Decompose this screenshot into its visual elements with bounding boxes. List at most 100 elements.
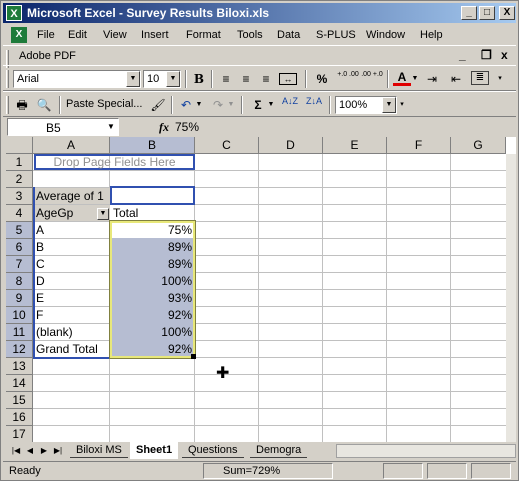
minimize-button[interactable]: _ xyxy=(461,6,477,20)
sheet-tab-questions[interactable]: Questions xyxy=(182,442,244,458)
pivot-row-label[interactable]: B xyxy=(34,239,109,255)
column-header-a[interactable]: A xyxy=(33,137,110,154)
chevron-down-icon[interactable]: ▼ xyxy=(195,97,203,113)
column-header-d[interactable]: D xyxy=(259,137,323,154)
pivot-data-field[interactable]: Average of 1 xyxy=(34,188,110,204)
zoom-combo[interactable]: 100% ▼ xyxy=(335,96,397,114)
column-header-c[interactable]: C xyxy=(195,137,259,154)
print-preview-icon[interactable]: 🔍 xyxy=(35,97,53,113)
indent-icon[interactable]: ⇥ xyxy=(423,71,441,87)
increase-decimal-icon[interactable]: +.0 .00 xyxy=(337,71,359,87)
menu-insert[interactable]: Insert xyxy=(141,29,169,41)
pivot-row-label[interactable]: C xyxy=(34,256,109,272)
doc-restore-button[interactable]: ❐ xyxy=(481,48,492,62)
row-header[interactable]: 15 xyxy=(6,392,33,409)
column-header-f[interactable]: F xyxy=(387,137,451,154)
chevron-down-icon[interactable]: ▼ xyxy=(166,71,180,87)
menu-data[interactable]: Data xyxy=(277,29,300,41)
chevron-down-icon[interactable]: ▼ xyxy=(382,97,396,113)
column-header-e[interactable]: E xyxy=(323,137,387,154)
menu-window[interactable]: Window xyxy=(366,29,405,41)
sheet-tab-demographics[interactable]: Demogra xyxy=(250,442,308,458)
menu-splus[interactable]: S-PLUS xyxy=(316,29,356,41)
insert-function-icon[interactable]: fx xyxy=(159,120,169,135)
row-header[interactable]: 3 xyxy=(6,188,33,205)
chevron-down-icon[interactable]: ▼ xyxy=(267,97,275,113)
pivot-column-area[interactable] xyxy=(110,186,195,205)
chevron-down-icon[interactable]: ▼ xyxy=(411,71,419,87)
pivot-row-label[interactable]: (blank) xyxy=(34,324,109,340)
pivot-column-header[interactable]: Total xyxy=(111,205,194,221)
menu-tools[interactable]: Tools xyxy=(237,29,263,41)
menu-view[interactable]: View xyxy=(103,29,127,41)
sort-descending-icon[interactable]: Z↓A xyxy=(305,97,323,113)
prev-sheet-icon[interactable]: ◀ xyxy=(24,445,36,457)
toolbar-options-icon[interactable]: ▾ xyxy=(397,97,407,113)
chevron-down-icon[interactable]: ▼ xyxy=(105,120,117,134)
doc-close-button[interactable]: x xyxy=(501,48,508,62)
menu-edit[interactable]: Edit xyxy=(68,29,87,41)
undo-icon[interactable]: ↶ xyxy=(177,97,195,113)
chevron-down-icon[interactable]: ▼ xyxy=(97,208,109,220)
first-sheet-icon[interactable]: |◀ xyxy=(10,445,22,457)
column-header-g[interactable]: G xyxy=(451,137,506,154)
row-header[interactable]: 2 xyxy=(6,171,33,188)
percent-button[interactable]: % xyxy=(313,71,331,87)
row-header[interactable]: 10 xyxy=(6,307,33,324)
sheet-tab-sheet1[interactable]: Sheet1 xyxy=(130,442,179,459)
pivot-grand-total-label[interactable]: Grand Total xyxy=(34,341,109,357)
print-icon[interactable]: 🖶 xyxy=(13,97,31,113)
font-size-combo[interactable]: 10 ▼ xyxy=(143,70,181,88)
pivot-row-label[interactable]: A xyxy=(34,222,109,238)
page-field-drop-zone[interactable]: Drop Page Fields Here xyxy=(34,154,195,170)
next-sheet-icon[interactable]: ▶ xyxy=(38,445,50,457)
menu-format[interactable]: Format xyxy=(186,29,221,41)
last-sheet-icon[interactable]: ▶| xyxy=(52,445,64,457)
align-left-icon[interactable]: ≡ xyxy=(217,71,235,87)
paste-special-button[interactable]: Paste Special... xyxy=(66,98,142,110)
row-header[interactable]: 14 xyxy=(6,375,33,392)
row-header[interactable]: 12 xyxy=(6,341,33,358)
row-header[interactable]: 11 xyxy=(6,324,33,341)
format-painter-icon[interactable]: 🖌 xyxy=(149,97,167,113)
vertical-scrollbar[interactable] xyxy=(506,154,516,442)
excel-icon[interactable]: X xyxy=(6,5,22,21)
pivot-row-label[interactable]: F xyxy=(34,307,109,323)
formula-input[interactable]: 75% xyxy=(175,120,199,134)
adobe-pdf-menu[interactable]: Adobe PDF xyxy=(19,50,76,62)
row-header[interactable]: 13 xyxy=(6,358,33,375)
pivot-row-label[interactable]: D xyxy=(34,273,109,289)
autosum-button[interactable]: Σ xyxy=(249,97,267,113)
worksheet-grid[interactable]: A B C D E F G 1 2 3 4 5 6 7 8 9 10 11 12… xyxy=(6,137,516,442)
font-color-icon[interactable]: A xyxy=(393,71,411,86)
column-header-b[interactable]: B xyxy=(110,137,195,154)
decrease-decimal-icon[interactable]: .00 +.0 xyxy=(361,71,383,87)
pivot-row-label[interactable]: E xyxy=(34,290,109,306)
workbook-icon[interactable]: X xyxy=(11,27,27,43)
text-box-icon[interactable]: ≣ xyxy=(471,71,489,85)
select-all-button[interactable] xyxy=(6,137,33,154)
merge-center-icon[interactable]: ↔ xyxy=(279,73,297,85)
row-header[interactable]: 4 xyxy=(6,205,33,222)
row-header[interactable]: 5 xyxy=(6,222,33,239)
sheet-tab-biloxi[interactable]: Biloxi MS xyxy=(70,442,128,458)
outdent-icon[interactable]: ⇤ xyxy=(447,71,465,87)
name-box[interactable]: B5 ▼ xyxy=(7,118,119,136)
close-button[interactable]: X xyxy=(499,6,515,20)
doc-minimize-button[interactable]: _ xyxy=(459,48,466,62)
align-center-icon[interactable]: ≡ xyxy=(237,71,255,87)
menu-help[interactable]: Help xyxy=(420,29,443,41)
row-header[interactable]: 8 xyxy=(6,273,33,290)
title-bar[interactable]: X Microsoft Excel - Survey Results Bilox… xyxy=(3,3,516,23)
menu-file[interactable]: File xyxy=(37,29,55,41)
chevron-down-icon[interactable]: ▼ xyxy=(126,71,140,87)
toolbar-grip[interactable] xyxy=(6,96,9,114)
align-right-icon[interactable]: ≡ xyxy=(257,71,275,87)
toolbar-grip[interactable] xyxy=(6,70,9,88)
row-header[interactable]: 1 xyxy=(6,154,33,171)
row-header[interactable]: 17 xyxy=(6,426,33,442)
sort-ascending-icon[interactable]: A↓Z xyxy=(281,97,299,113)
row-header[interactable]: 16 xyxy=(6,409,33,426)
maximize-button[interactable]: □ xyxy=(479,6,495,20)
row-header[interactable]: 7 xyxy=(6,256,33,273)
